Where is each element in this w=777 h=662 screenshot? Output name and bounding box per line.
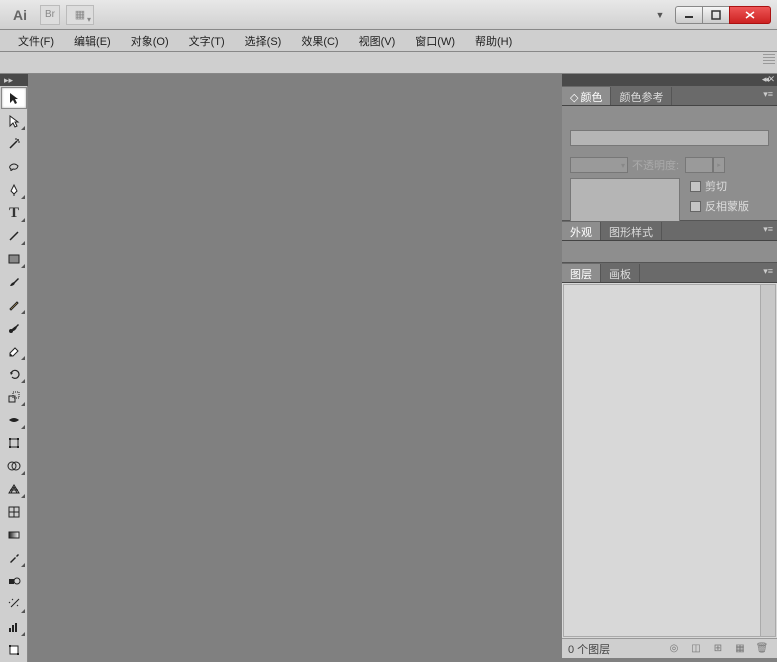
workspace-menu[interactable]: ▼ <box>652 5 668 25</box>
free-transform-tool[interactable] <box>1 432 27 454</box>
tab-artboards[interactable]: 画板 <box>601 264 640 282</box>
menu-window[interactable]: 窗口(W) <box>405 30 465 52</box>
panels-collapse[interactable]: ◂◂ ✕ <box>562 74 777 86</box>
color-panel-menu[interactable]: ▾≡ <box>763 89 773 100</box>
color-swatch-strip[interactable] <box>570 130 769 146</box>
selection-tool[interactable] <box>1 87 27 109</box>
magic-wand-tool[interactable] <box>1 133 27 155</box>
minimize-button[interactable] <box>675 6 703 24</box>
bridge-button[interactable]: Br <box>40 5 60 25</box>
menu-select[interactable]: 选择(S) <box>235 30 292 52</box>
gradient-tool[interactable] <box>1 524 27 546</box>
control-bar <box>0 52 777 74</box>
make-clip-icon[interactable]: ◫ <box>687 642 705 656</box>
eraser-tool[interactable] <box>1 340 27 362</box>
blob-brush-tool[interactable] <box>1 317 27 339</box>
invert-mask-checkbox[interactable] <box>690 201 701 212</box>
invert-mask-label: 反相蒙版 <box>705 198 749 214</box>
clip-label: 剪切 <box>705 178 727 194</box>
maximize-button[interactable] <box>702 6 730 24</box>
eyedropper-tool[interactable] <box>1 547 27 569</box>
appearance-panel-tabs: 外观 图形样式 ▾≡ <box>562 221 777 241</box>
toolbox: T <box>0 86 28 662</box>
toolbox-collapse[interactable]: ▸▸ <box>0 74 28 86</box>
menu-type[interactable]: 文字(T) <box>179 30 235 52</box>
lasso-tool[interactable] <box>1 156 27 178</box>
layers-footer: 0 个图层 ◎ ◫ ⊞ ▦ 🗑 <box>562 638 777 658</box>
layers-panel-body: ▴ ▾ 0 个图层 ◎ ◫ ⊞ ▦ 🗑 <box>562 283 777 658</box>
pen-tool[interactable] <box>1 179 27 201</box>
menu-edit[interactable]: 编辑(E) <box>64 30 121 52</box>
panels-column: ◂◂ ✕ ◇颜色 颜色参考 ▾≡ ▾ 不透明度: ▸ 剪切 反相蒙版 外观 图形… <box>562 74 777 658</box>
layers-panel-menu[interactable]: ▾≡ <box>763 266 773 277</box>
tab-graphic-styles[interactable]: 图形样式 <box>601 222 662 240</box>
blend-tool[interactable] <box>1 570 27 592</box>
type-tool[interactable]: T <box>1 202 27 224</box>
symbol-sprayer-tool[interactable] <box>1 593 27 615</box>
app-logo-icon: Ai <box>6 5 34 25</box>
shape-builder-tool[interactable] <box>1 455 27 477</box>
appearance-panel-menu[interactable]: ▾≡ <box>763 224 773 235</box>
clip-checkbox[interactable] <box>690 181 701 192</box>
arrange-docs-button[interactable]: ▦ <box>66 5 94 25</box>
blend-mode-select[interactable]: ▾ <box>570 157 628 173</box>
layers-list[interactable]: ▴ ▾ <box>563 284 776 637</box>
tab-layers[interactable]: 图层 <box>562 264 601 282</box>
color-panel-tabs: ◇颜色 颜色参考 ▾≡ <box>562 86 777 106</box>
opacity-input[interactable] <box>685 157 713 173</box>
menu-effect[interactable]: 效果(C) <box>291 30 348 52</box>
close-button[interactable] <box>729 6 771 24</box>
width-tool[interactable] <box>1 409 27 431</box>
delete-layer-icon[interactable]: 🗑 <box>753 642 771 656</box>
color-panel-body: ▾ 不透明度: ▸ 剪切 反相蒙版 <box>562 106 777 221</box>
line-tool[interactable] <box>1 225 27 247</box>
menu-object[interactable]: 对象(O) <box>121 30 179 52</box>
tab-color[interactable]: ◇颜色 <box>562 87 611 105</box>
tab-appearance[interactable]: 外观 <box>562 222 601 240</box>
pencil-tool[interactable] <box>1 294 27 316</box>
title-bar: Ai Br ▦ ▼ <box>0 0 777 30</box>
scale-tool[interactable] <box>1 386 27 408</box>
new-sublayer-icon[interactable]: ⊞ <box>709 642 727 656</box>
opacity-dropdown[interactable]: ▸ <box>713 157 725 173</box>
paintbrush-tool[interactable] <box>1 271 27 293</box>
opacity-label: 不透明度: <box>632 157 679 173</box>
menu-bar: 文件(F) 编辑(E) 对象(O) 文字(T) 选择(S) 效果(C) 视图(V… <box>0 30 777 52</box>
menu-help[interactable]: 帮助(H) <box>465 30 522 52</box>
menu-view[interactable]: 视图(V) <box>349 30 406 52</box>
appearance-panel-body <box>562 241 777 263</box>
menu-file[interactable]: 文件(F) <box>8 30 64 52</box>
scroll-down-icon[interactable]: ▾ <box>762 623 774 635</box>
direct-selection-tool[interactable] <box>1 110 27 132</box>
mesh-tool[interactable] <box>1 501 27 523</box>
layers-panel-tabs: 图层 画板 ▾≡ <box>562 263 777 283</box>
graph-tool[interactable] <box>1 616 27 638</box>
perspective-grid-tool[interactable] <box>1 478 27 500</box>
tab-color-guide[interactable]: 颜色参考 <box>611 87 672 105</box>
canvas-area[interactable] <box>30 86 561 658</box>
layer-count: 0 个图层 <box>568 641 610 657</box>
rectangle-tool[interactable] <box>1 248 27 270</box>
new-layer-icon[interactable]: ▦ <box>731 642 749 656</box>
rotate-tool[interactable] <box>1 363 27 385</box>
locate-object-icon[interactable]: ◎ <box>665 642 683 656</box>
scroll-up-icon[interactable]: ▴ <box>762 286 774 298</box>
